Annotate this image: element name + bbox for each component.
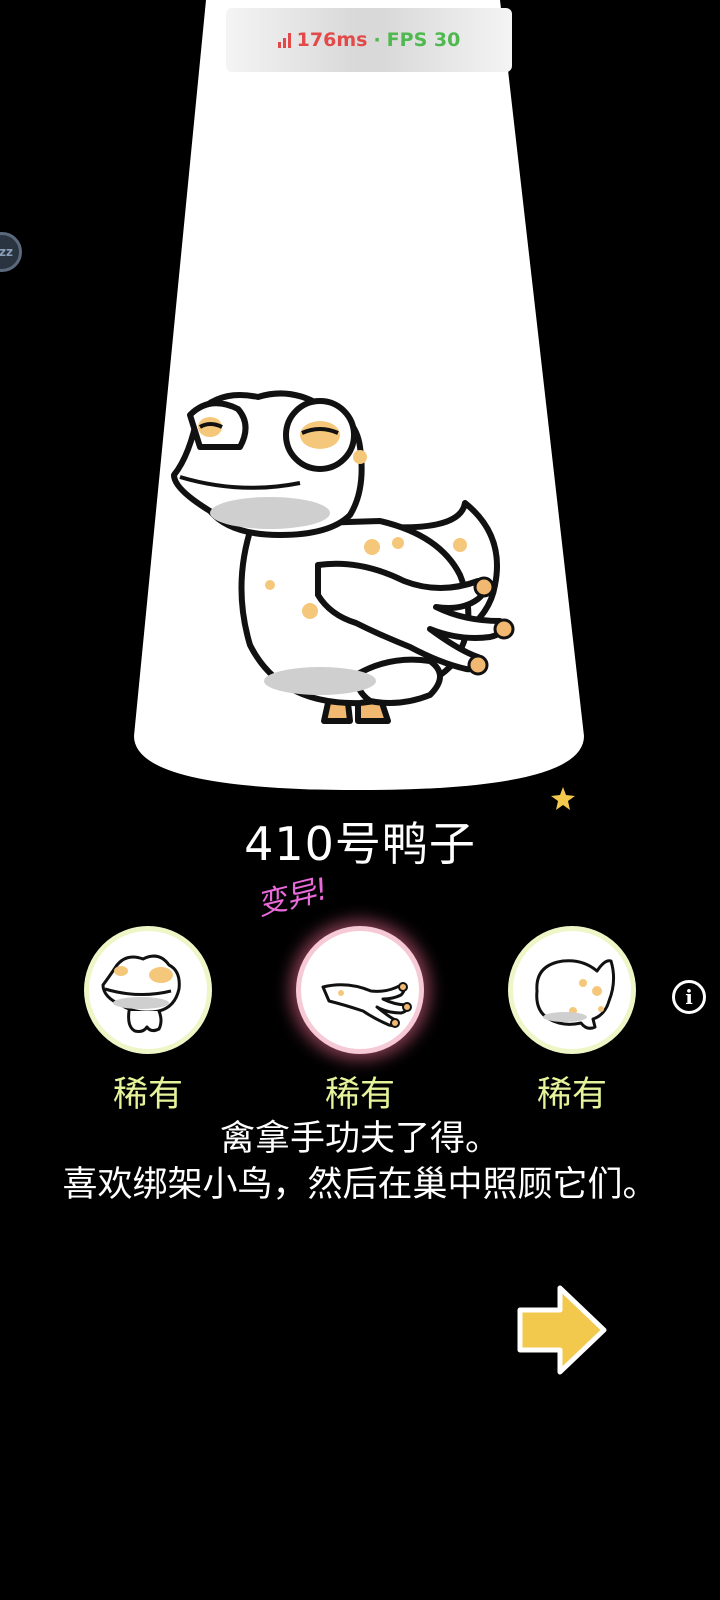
rarity-label-arm: 稀有 — [324, 1075, 395, 1115]
part-arm[interactable] — [296, 926, 424, 1054]
network-status: 176ms · FPS 30 — [226, 8, 512, 72]
frog-arm-icon — [321, 982, 412, 1028]
fps-value: FPS 30 — [386, 29, 461, 51]
frog-head-icon — [101, 954, 181, 1033]
part-head[interactable] — [84, 926, 212, 1054]
frog-duck-character[interactable] — [160, 385, 540, 755]
signal-icon — [277, 32, 291, 48]
frog-body-icon — [535, 959, 616, 1030]
ping-value: 176ms — [296, 29, 368, 51]
part-body[interactable] — [508, 926, 636, 1054]
star-sparkle-icon — [551, 787, 575, 810]
info-button[interactable]: i — [672, 980, 706, 1014]
description-line-2: 喜欢绑架小鸟，然后在巢中照顾它们。 — [62, 1165, 658, 1205]
info-icon: i — [685, 985, 693, 1009]
next-arrow-button[interactable] — [514, 1282, 610, 1378]
rarity-label-body: 稀有 — [536, 1075, 607, 1115]
status-separator: · — [373, 29, 381, 51]
rarity-label-head: 稀有 — [112, 1075, 183, 1115]
character-description: 禽拿手功夫了得。 喜欢绑架小鸟，然后在巢中照顾它们。 — [50, 1116, 670, 1208]
description-line-1: 禽拿手功夫了得。 — [219, 1119, 500, 1159]
